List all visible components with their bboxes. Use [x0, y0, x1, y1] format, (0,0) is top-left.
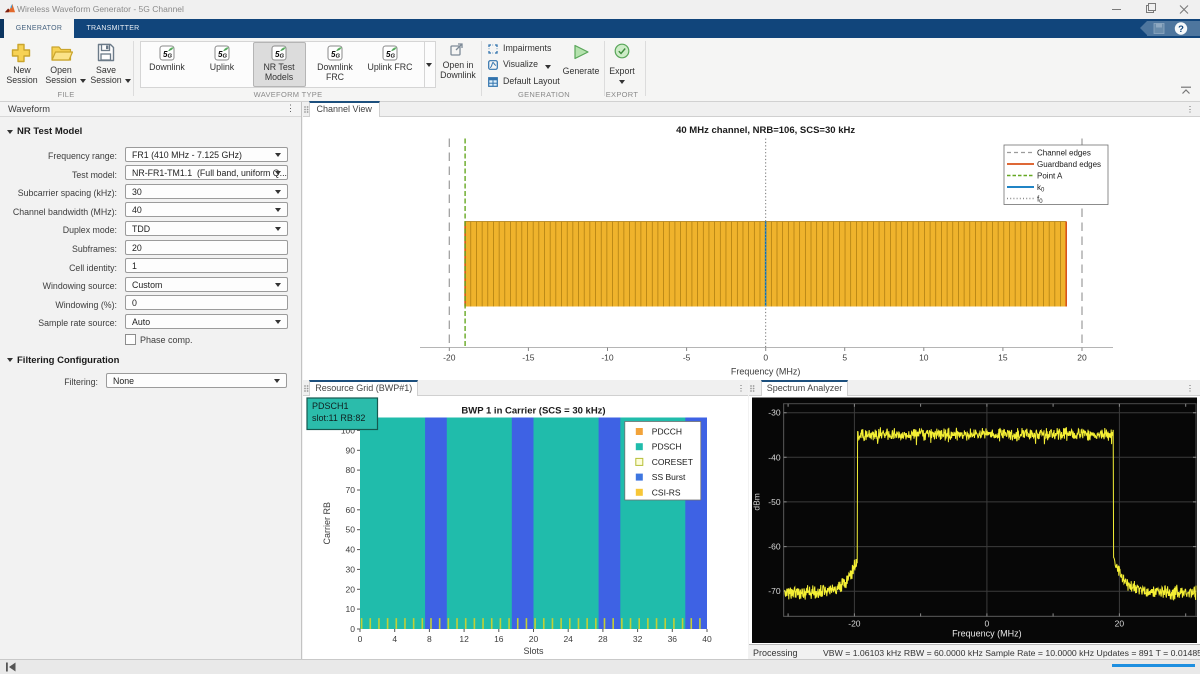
svg-text:24: 24: [563, 634, 573, 644]
svg-text:20: 20: [1077, 352, 1087, 362]
svg-text:-5: -5: [683, 352, 691, 362]
svg-text:0: 0: [350, 624, 355, 634]
svg-text:Frequency (MHz): Frequency (MHz): [952, 628, 1022, 638]
svg-text:10: 10: [919, 352, 929, 362]
svg-text:-30: -30: [768, 408, 781, 418]
svg-text:5: 5: [842, 352, 847, 362]
svg-text:Frequency (MHz): Frequency (MHz): [731, 366, 801, 376]
svg-text:-60: -60: [768, 542, 781, 552]
svg-text:Point A: Point A: [1037, 171, 1063, 180]
svg-text:80: 80: [346, 465, 356, 475]
svg-text:-50: -50: [768, 497, 781, 507]
svg-text:4: 4: [392, 634, 397, 644]
svg-text:32: 32: [633, 634, 643, 644]
svg-text:Guardband edges: Guardband edges: [1037, 159, 1101, 168]
svg-text:SS Burst: SS Burst: [652, 472, 686, 482]
svg-text:28: 28: [598, 634, 608, 644]
svg-text:-20: -20: [443, 352, 456, 362]
svg-text:16: 16: [494, 634, 504, 644]
svg-text:0: 0: [358, 634, 363, 644]
svg-text:?: ?: [1178, 24, 1184, 35]
svg-text:8: 8: [427, 634, 432, 644]
svg-text:40: 40: [702, 634, 712, 644]
svg-text:0: 0: [985, 618, 990, 628]
svg-text:50: 50: [346, 524, 356, 534]
svg-text:PDSCH1: PDSCH1: [312, 401, 349, 411]
svg-text:20: 20: [1115, 618, 1125, 628]
svg-text:-40: -40: [768, 452, 781, 462]
svg-text:PDSCH: PDSCH: [652, 441, 682, 451]
svg-text:-15: -15: [522, 352, 535, 362]
svg-text:Carrier RB: Carrier RB: [322, 501, 332, 544]
svg-text:60: 60: [346, 504, 356, 514]
svg-text:36: 36: [668, 634, 678, 644]
svg-text:40: 40: [346, 544, 356, 554]
svg-text:-20: -20: [848, 618, 861, 628]
svg-text:CORESET: CORESET: [652, 456, 693, 466]
svg-text:90: 90: [346, 445, 356, 455]
svg-text:0: 0: [763, 352, 768, 362]
svg-text:CSI-RS: CSI-RS: [652, 487, 681, 497]
svg-text:PDCCH: PDCCH: [652, 426, 682, 436]
svg-text:Slots: Slots: [523, 646, 544, 656]
svg-text:40 MHz channel, NRB=106, SCS=3: 40 MHz channel, NRB=106, SCS=30 kHz: [676, 125, 855, 136]
svg-text:-70: -70: [768, 586, 781, 596]
svg-text:dBm: dBm: [752, 493, 762, 510]
svg-text:Channel edges: Channel edges: [1037, 148, 1091, 157]
svg-text:20: 20: [346, 584, 356, 594]
svg-text:30: 30: [346, 564, 356, 574]
svg-text:20: 20: [529, 634, 539, 644]
svg-text:70: 70: [346, 485, 356, 495]
svg-text:BWP 1 in Carrier (SCS = 30 kHz: BWP 1 in Carrier (SCS = 30 kHz): [461, 405, 605, 416]
svg-text:12: 12: [459, 634, 469, 644]
svg-text:15: 15: [998, 352, 1008, 362]
svg-text:10: 10: [346, 604, 356, 614]
svg-text:slot:11 RB:82: slot:11 RB:82: [312, 413, 365, 423]
svg-text:-10: -10: [601, 352, 614, 362]
